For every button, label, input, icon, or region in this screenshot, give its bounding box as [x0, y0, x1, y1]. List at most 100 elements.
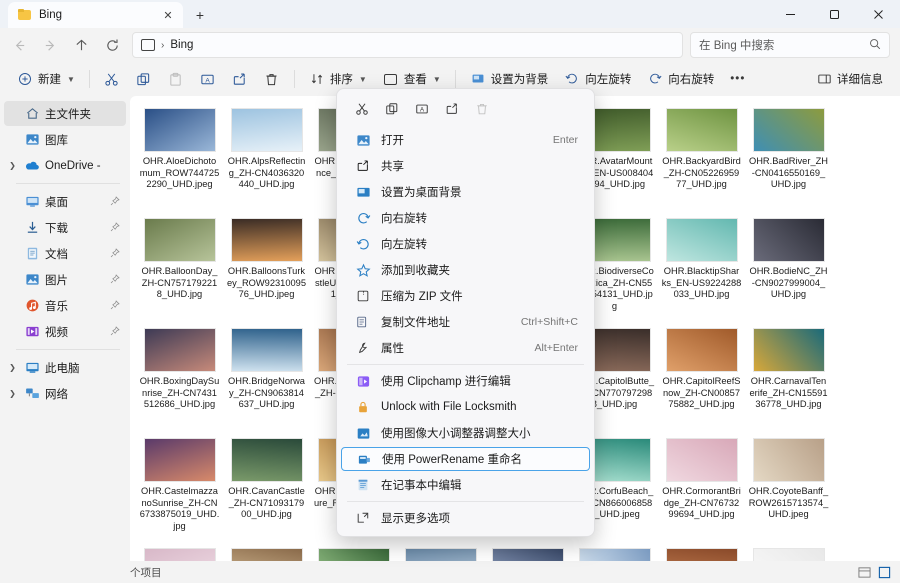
context-menu-item-12[interactable]: 使用图像大小调整器调整大小: [341, 420, 590, 446]
copy-icon[interactable]: [377, 96, 407, 122]
file-item[interactable]: OHR.CarnavalTenerife_ZH-CN1559136778_UHD…: [747, 324, 830, 432]
paste-button[interactable]: [161, 66, 191, 93]
rename-button[interactable]: A: [193, 66, 223, 93]
sidebar-item-5[interactable]: 下载: [4, 215, 126, 240]
context-menu-item-8[interactable]: 属性Alt+Enter: [341, 335, 590, 361]
context-menu-item-13[interactable]: 使用 PowerRename 重命名: [341, 447, 590, 471]
maximize-icon[interactable]: [812, 0, 856, 28]
file-item-partial[interactable]: [660, 544, 743, 561]
context-menu-item-1[interactable]: 共享: [341, 153, 590, 179]
context-menu-item-11[interactable]: Unlock with File Locksmith: [341, 394, 590, 420]
tab-bing[interactable]: Bing ✕: [8, 2, 183, 28]
cut-icon[interactable]: [347, 96, 377, 122]
details-pane-button[interactable]: 详细信息: [809, 66, 890, 93]
share-icon[interactable]: [437, 96, 467, 122]
close-window-icon[interactable]: [856, 0, 900, 28]
chevron-right-icon[interactable]: ❯: [6, 363, 19, 372]
set-as-background-label: 设置为背景: [491, 71, 549, 87]
context-menu-item-10[interactable]: 使用 Clipchamp 进行编辑: [341, 368, 590, 394]
sidebar-item-0[interactable]: 主文件夹: [4, 101, 126, 126]
rotate-right-button[interactable]: 向右旋转: [640, 66, 721, 93]
file-item[interactable]: OHR.BoxingDaySunrise_ZH-CN7431512686_UHD…: [138, 324, 221, 432]
forward-button[interactable]: [35, 31, 65, 59]
context-menu-item-0[interactable]: 打开Enter: [341, 127, 590, 153]
pin-icon[interactable]: [108, 196, 120, 208]
up-button[interactable]: [66, 31, 96, 59]
file-item[interactable]: OHR.BridgeNorway_ZH-CN9063814637_UHD.jpg: [225, 324, 308, 432]
context-menu-item-label: 添加到收藏夹: [381, 262, 578, 278]
sidebar-item-8[interactable]: 音乐: [4, 293, 126, 318]
file-item-partial[interactable]: [312, 544, 395, 561]
pin-icon[interactable]: [108, 326, 120, 338]
sidebar-item-6[interactable]: 文档: [4, 241, 126, 266]
pin-icon[interactable]: [108, 300, 120, 312]
sidebar-item-12[interactable]: ❯ 网络: [4, 381, 126, 406]
sidebar-item-1[interactable]: 图库: [4, 127, 126, 152]
context-menu-item-7[interactable]: 复制文件地址Ctrl+Shift+C: [341, 309, 590, 335]
chevron-right-icon[interactable]: ❯: [6, 161, 19, 170]
file-item[interactable]: OHR.BackyardBird_ZH-CN0522695977_UHD.jpg: [660, 104, 743, 212]
file-item[interactable]: OHR.BodieNC_ZH-CN9027999004_UHD.jpg: [747, 214, 830, 322]
file-item[interactable]: OHR.CormorantBridge_ZH-CN7673299694_UHD.…: [660, 434, 743, 542]
file-item[interactable]: OHR.AlpsReflecting_ZH-CN4036320440_UHD.j…: [225, 104, 308, 212]
file-item[interactable]: OHR.BadRiver_ZH-CN0416550169_UHD.jpg: [747, 104, 830, 212]
context-menu-item-3[interactable]: 向右旋转: [341, 205, 590, 231]
sidebar-item-4[interactable]: 桌面: [4, 189, 126, 214]
minimize-icon[interactable]: [768, 0, 812, 28]
context-menu-item-6[interactable]: 压缩为 ZIP 文件: [341, 283, 590, 309]
refresh-button[interactable]: [97, 31, 127, 59]
search-box[interactable]: 在 Bing 中搜索: [690, 32, 890, 58]
file-item-partial[interactable]: [747, 544, 830, 561]
file-item-partial[interactable]: [138, 544, 221, 561]
rotate-left-icon: [564, 71, 580, 87]
details-view-icon[interactable]: [856, 564, 872, 580]
large-icons-view-icon[interactable]: [876, 564, 892, 580]
pin-icon[interactable]: [108, 248, 120, 260]
file-item[interactable]: OHR.BalloonsTurkey_ROW9231009576_UHD.jpe…: [225, 214, 308, 322]
new-tab-button[interactable]: +: [187, 2, 213, 28]
copy-button[interactable]: [129, 66, 159, 93]
search-icon[interactable]: [869, 38, 881, 53]
context-menu-item-4[interactable]: 向左旋转: [341, 231, 590, 257]
delete-icon: [264, 71, 280, 87]
file-item-partial[interactable]: [573, 544, 656, 561]
share-button[interactable]: [225, 66, 255, 93]
back-button[interactable]: [4, 31, 34, 59]
this-pc-icon: [141, 39, 155, 51]
file-thumbnail: [144, 328, 216, 372]
sidebar-item-9[interactable]: 视频: [4, 319, 126, 344]
rename-icon[interactable]: A: [407, 96, 437, 122]
address-bar[interactable]: › Bing: [132, 32, 683, 58]
file-item-partial[interactable]: [225, 544, 308, 561]
file-item[interactable]: OHR.CavanCastle_ZH-CN7109317900_UHD.jpg: [225, 434, 308, 542]
rotate-right-icon: [355, 210, 371, 226]
new-button[interactable]: 新建 ▼: [10, 66, 82, 93]
sidebar-item-7[interactable]: 图片: [4, 267, 126, 292]
context-menu-item-5[interactable]: 添加到收藏夹: [341, 257, 590, 283]
sidebar-item-label: 网络: [45, 386, 103, 402]
close-icon[interactable]: ✕: [159, 6, 177, 24]
file-item[interactable]: OHR.CapitolReefSnow_ZH-CN0085775882_UHD.…: [660, 324, 743, 432]
more-button[interactable]: •••: [723, 66, 752, 93]
chevron-right-icon[interactable]: ❯: [6, 389, 19, 398]
wallpaper-icon: [470, 71, 486, 87]
pin-icon[interactable]: [108, 274, 120, 286]
delete-button[interactable]: [257, 66, 287, 93]
file-item[interactable]: OHR.BalloonDay_ZH-CN7571792218_UHD.jpg: [138, 214, 221, 322]
delete-icon[interactable]: [467, 96, 497, 122]
sidebar-item-11[interactable]: ❯此电脑: [4, 355, 126, 380]
file-item-partial[interactable]: [399, 544, 482, 561]
file-item[interactable]: OHR.CastelmazzanoSunrise_ZH-CN6733875019…: [138, 434, 221, 542]
cut-button[interactable]: [97, 66, 127, 93]
context-menu[interactable]: A 打开Enter共享设置为桌面背景向右旋转向左旋转添加到收藏夹压缩为 ZIP …: [336, 88, 595, 537]
file-item[interactable]: OHR.CoyoteBanff_ROW2615713574_UHD.jpeg: [747, 434, 830, 542]
breadcrumb-path[interactable]: Bing: [170, 39, 193, 51]
file-item-partial[interactable]: [486, 544, 569, 561]
context-menu-item-14[interactable]: 在记事本中编辑: [341, 472, 590, 498]
file-item[interactable]: OHR.AloeDichotomum_ROW7447252290_UHD.jpe…: [138, 104, 221, 212]
pin-icon[interactable]: [108, 222, 120, 234]
sidebar-item-2[interactable]: ❯OneDrive - Perso: [4, 153, 126, 178]
context-menu-item-16[interactable]: 显示更多选项: [341, 505, 590, 531]
context-menu-item-2[interactable]: 设置为桌面背景: [341, 179, 590, 205]
file-item[interactable]: OHR.BlacktipSharks_EN-US9224288033_UHD.j…: [660, 214, 743, 322]
